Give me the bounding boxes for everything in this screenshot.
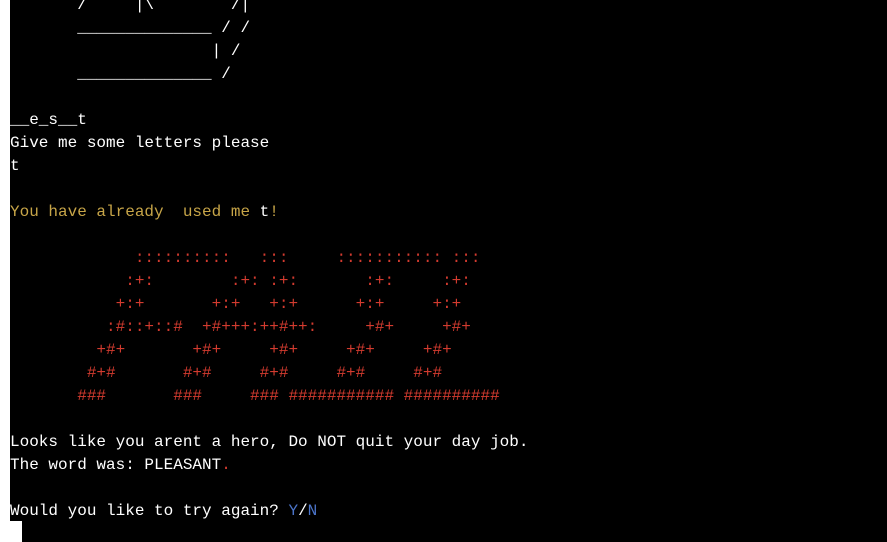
word-reveal: The word was: PLEASANT. [10, 454, 231, 477]
lose-banner-line: +#+ +#+ +#+ +#+ +#+ [10, 341, 452, 359]
user-input-echo: t [10, 157, 20, 175]
terminal-output: / |\ /| ______________ / / | / _________… [10, 0, 887, 542]
lose-banner-line: ### ### ### ########### ########## [10, 387, 500, 405]
replay-separator: / [298, 502, 308, 520]
lose-banner-line: :#::+::# +#+++:++#++: +#+ +#+ [10, 318, 471, 336]
already-used-letter: t [259, 203, 270, 221]
word-progress: __e_s__t [10, 111, 87, 129]
word-reveal-dot: . [221, 456, 231, 474]
already-used-suffix: ! [269, 203, 279, 221]
hangman-art-line: ______________ / / [10, 19, 251, 37]
replay-prompt: Would you like to try again? Y/N [10, 500, 317, 523]
lose-banner-line: +:+ +:+ +:+ +:+ +:+ [10, 295, 462, 313]
word-reveal-label: The word was: PLEASANT [10, 456, 222, 474]
letter-prompt: Give me some letters please [10, 134, 270, 152]
input-cursor[interactable] [10, 521, 22, 542]
replay-no-option[interactable]: N [308, 502, 318, 520]
hangman-art-line: ______________ / [10, 65, 231, 83]
lose-banner-line: :::::::::: ::: ::::::::::: ::: [10, 249, 481, 267]
lose-banner-line: #+# #+# #+# #+# #+# [10, 364, 443, 382]
lose-message: Looks like you arent a hero, Do NOT quit… [10, 433, 529, 451]
replay-yes-option[interactable]: Y [288, 502, 298, 520]
lose-banner-line: :+: :+: :+: :+: :+: [10, 272, 471, 290]
hangman-art-line: | / [10, 42, 241, 60]
hangman-art-line: / |\ /| [10, 0, 251, 14]
replay-question: Would you like to try again? [10, 502, 289, 520]
already-used-text: You have already used me [10, 203, 260, 221]
already-used-message: You have already used me t! [10, 201, 279, 224]
